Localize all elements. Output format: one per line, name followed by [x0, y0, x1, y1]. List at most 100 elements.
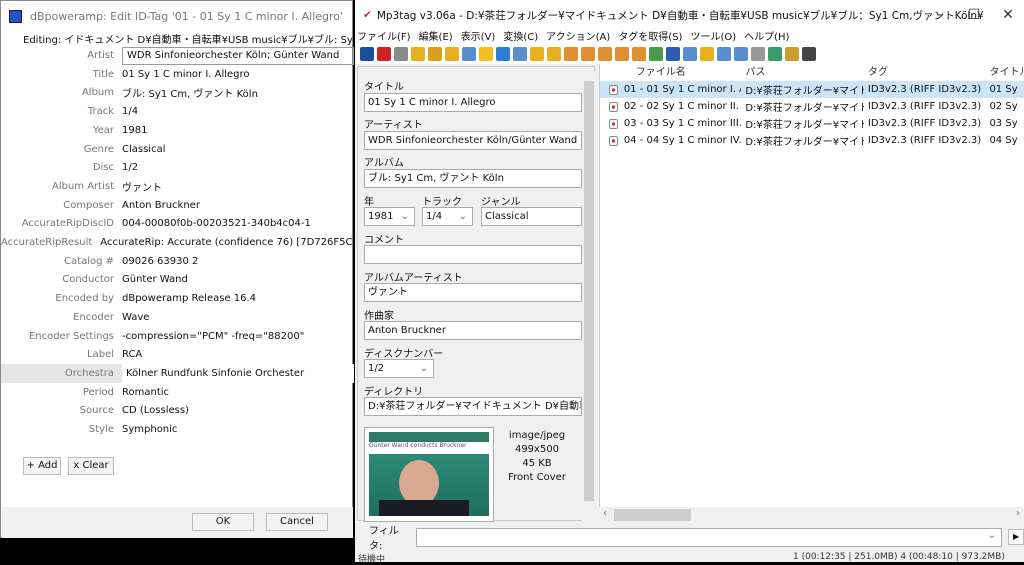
- file-row[interactable]: 02 - 02 Sy 1 C minor II. ... D:¥茶荘フォルダー¥マ…: [600, 98, 1024, 115]
- tag-row[interactable]: Encoder Settings -compression="PCM" -freq…: [1, 327, 354, 346]
- tag-row[interactable]: Disc 1/2: [1, 158, 354, 177]
- tag-row[interactable]: AccurateRipDiscID 004-00080f0b-00203521-3…: [1, 214, 354, 233]
- toolbar-button-icon[interactable]: [666, 47, 680, 61]
- toolbar-button-icon[interactable]: [802, 47, 816, 61]
- tag-row[interactable]: Label RCA: [1, 345, 354, 364]
- ok-button[interactable]: OK: [192, 513, 254, 531]
- track-dropdown[interactable]: 1/4: [422, 207, 473, 226]
- tag-value[interactable]: 1/2: [122, 162, 138, 173]
- toolbar-button-icon[interactable]: [598, 47, 612, 61]
- tag-value[interactable]: Günter Wand: [122, 274, 188, 285]
- tag-row[interactable]: Encoder Wave: [1, 308, 354, 327]
- toolbar-button-icon[interactable]: [717, 47, 731, 61]
- directory-field[interactable]: D:¥茶荘フォルダー¥マイドキュメント D¥自動車・自転車: [364, 397, 582, 416]
- tag-row[interactable]: Orchestra Kölner Rundfunk Sinfonie Orches…: [1, 363, 354, 383]
- tag-value[interactable]: -compression="PCM" -freq="88200": [122, 331, 304, 342]
- menu-item[interactable]: ヘルプ(H): [744, 28, 789, 44]
- minimize-button[interactable]: –: [923, 0, 957, 30]
- toolbar-button-icon[interactable]: [462, 47, 476, 61]
- toolbar-button-icon[interactable]: [649, 47, 663, 61]
- scrollbar-thumb[interactable]: [614, 509, 691, 521]
- tag-value[interactable]: 1/4: [122, 106, 138, 117]
- tag-value[interactable]: AccurateRip: Accurate (confidence 76) [7…: [100, 237, 356, 248]
- toolbar-button-icon[interactable]: [445, 47, 459, 61]
- menu-item[interactable]: 編集(E): [419, 28, 453, 44]
- toolbar-button-icon[interactable]: [785, 47, 799, 61]
- menu-item[interactable]: 表示(V): [461, 28, 496, 44]
- maximize-button[interactable]: ☐: [957, 0, 991, 30]
- toolbar-button-icon[interactable]: [615, 47, 629, 61]
- genre-field[interactable]: Classical: [481, 207, 582, 226]
- toolbar-button-icon[interactable]: [428, 47, 442, 61]
- file-row[interactable]: 04 - 04 Sy 1 C minor IV. ... D:¥茶荘フォルダー¥マ…: [600, 132, 1024, 149]
- artist-field[interactable]: WDR Sinfonieorchester Köln/Günter Wand: [364, 131, 582, 150]
- menu-item[interactable]: 変換(C): [503, 28, 538, 44]
- tag-row[interactable]: Catalog # 09026 63930 2: [1, 252, 354, 271]
- album-artist-field[interactable]: ヴァント: [364, 283, 582, 302]
- tag-value[interactable]: Romantic: [122, 387, 169, 398]
- tag-value[interactable]: Wave: [122, 312, 149, 323]
- composer-field[interactable]: Anton Bruckner: [364, 321, 582, 340]
- filter-input[interactable]: ⌄: [416, 527, 1003, 547]
- tag-value[interactable]: Symphonic: [122, 424, 177, 435]
- toolbar-button-icon[interactable]: [632, 47, 646, 61]
- toolbar-button-icon[interactable]: [564, 47, 578, 61]
- tag-row[interactable]: Period Romantic: [1, 383, 354, 402]
- toolbar-button-icon[interactable]: [734, 47, 748, 61]
- toolbar-button-icon[interactable]: [581, 47, 595, 61]
- menu-item[interactable]: アクション(A): [546, 28, 610, 44]
- column-header[interactable]: タグ: [864, 64, 986, 81]
- disc-dropdown[interactable]: 1/2: [364, 359, 434, 378]
- tag-row[interactable]: AccurateRipResult AccurateRip: Accurate (…: [1, 233, 356, 252]
- tag-row[interactable]: Track 1/4: [1, 102, 354, 121]
- title-field[interactable]: 01 Sy 1 C minor I. Allegro: [364, 93, 582, 112]
- scrollbar-thumb[interactable]: [584, 81, 594, 501]
- tag-row[interactable]: Title 01 Sy 1 C minor I. Allegro: [1, 65, 354, 84]
- tag-row[interactable]: Source CD (Lossless): [1, 401, 354, 420]
- tag-value[interactable]: Classical: [122, 144, 166, 155]
- column-header[interactable]: ファイル名: [620, 64, 742, 81]
- tag-row[interactable]: Composer Anton Bruckner: [1, 196, 354, 215]
- toolbar-button-icon[interactable]: [547, 47, 561, 61]
- year-dropdown[interactable]: 1981: [364, 207, 415, 226]
- tag-row[interactable]: Genre Classical: [1, 140, 354, 159]
- file-row[interactable]: 03 - 03 Sy 1 C minor III. ...D:¥茶荘フォルダー¥…: [600, 115, 1024, 132]
- close-button[interactable]: ✕: [991, 0, 1024, 30]
- tag-value[interactable]: RCA: [122, 349, 142, 360]
- tag-row[interactable]: Album ブル: Sy1 Cm, ヴァント Köln: [1, 83, 354, 102]
- tag-value[interactable]: 1981: [122, 125, 147, 136]
- toolbar-button-icon[interactable]: [751, 47, 765, 61]
- tag-row[interactable]: Conductor Günter Wand: [1, 270, 354, 289]
- tag-value[interactable]: ブル: Sy1 Cm, ヴァント Köln: [122, 85, 258, 100]
- cancel-button[interactable]: Cancel: [266, 513, 328, 531]
- clear-button[interactable]: x Clear: [68, 457, 114, 475]
- tag-value[interactable]: ヴァント: [122, 179, 162, 194]
- menu-item[interactable]: タグを取得(S): [618, 28, 682, 44]
- toolbar-button-icon[interactable]: [496, 47, 510, 61]
- horizontal-scrollbar[interactable]: ‹ ›: [599, 507, 1024, 523]
- tag-value[interactable]: 01 Sy 1 C minor I. Allegro: [122, 69, 250, 80]
- column-header[interactable]: タイトル: [985, 64, 1024, 81]
- filter-go-button[interactable]: ▶: [1008, 529, 1024, 545]
- tag-row[interactable]: Artist WDR Sinfonieorchester Köln; Günter…: [1, 46, 354, 65]
- toolbar-button-icon[interactable]: [530, 47, 544, 61]
- toolbar-button-icon[interactable]: [479, 47, 493, 61]
- album-field[interactable]: ブル: Sy1 Cm, ヴァント Köln: [364, 169, 582, 188]
- column-header[interactable]: パス: [741, 64, 864, 81]
- tag-row[interactable]: Album Artist ヴァント: [1, 177, 354, 196]
- toolbar-button-icon[interactable]: [768, 47, 782, 61]
- tag-value[interactable]: Anton Bruckner: [122, 200, 200, 211]
- tag-value[interactable]: Kölner Rundfunk Sinfonie Orchester: [122, 363, 354, 383]
- tag-row[interactable]: Encoded by dBpoweramp Release 16.4: [1, 289, 354, 308]
- toolbar-button-icon[interactable]: [700, 47, 714, 61]
- toolbar-button-icon[interactable]: [683, 47, 697, 61]
- comment-field[interactable]: [364, 245, 582, 264]
- toolbar-button-icon[interactable]: [360, 47, 374, 61]
- tag-value[interactable]: 004-00080f0b-00203521-340b4c04-1: [122, 218, 311, 229]
- tag-row[interactable]: Year 1981: [1, 121, 354, 140]
- menu-item[interactable]: ファイル(F): [357, 28, 411, 44]
- toolbar-button-icon[interactable]: [394, 47, 408, 61]
- cover-art[interactable]: Günter Wand conducts Bruckner: [364, 427, 494, 522]
- tag-value[interactable]: CD (Lossless): [122, 405, 189, 416]
- file-row[interactable]: 01 - 01 Sy 1 C minor I. Al...D:¥茶荘フォルダー¥…: [600, 81, 1024, 98]
